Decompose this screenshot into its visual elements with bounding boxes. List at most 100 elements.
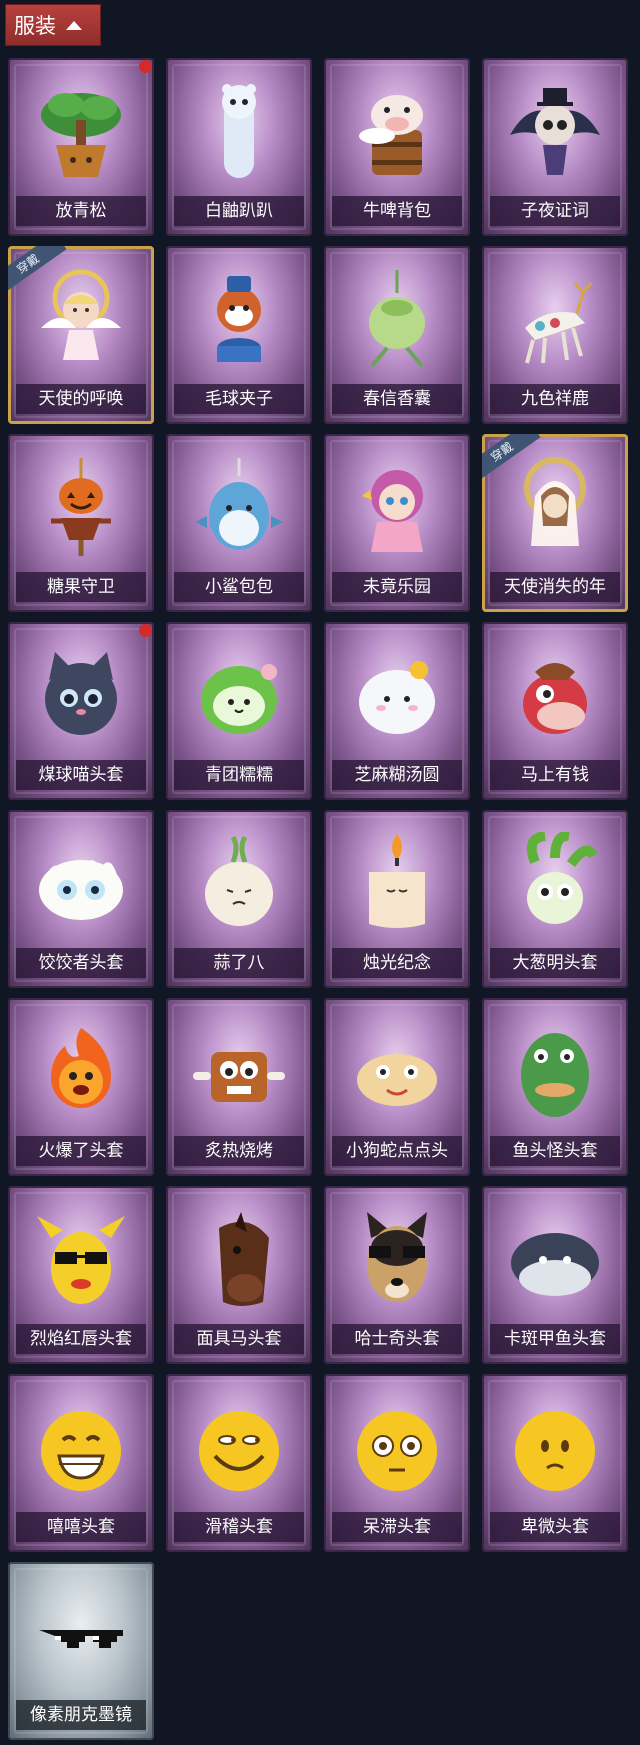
outfit-item-card[interactable]: 牛啤背包: [324, 58, 470, 236]
outfit-item-card[interactable]: 毛球夹子: [166, 246, 312, 424]
new-indicator-dot: [139, 60, 152, 73]
angel-veil-icon: [524, 457, 586, 546]
outfit-item-name: 小狗蛇点点头: [332, 1136, 462, 1166]
outfit-item-card[interactable]: 煤球喵头套: [8, 622, 154, 800]
outfit-item-name: 放青松: [16, 196, 146, 226]
pixel-sunglasses-icon: [39, 1630, 123, 1648]
humble-emoji-head-icon: [515, 1411, 595, 1491]
outfit-item-name: 天使消失的年: [490, 572, 620, 602]
dazed-emoji-head-icon: [357, 1411, 437, 1491]
outfit-item-name: 小鲨包包: [174, 572, 304, 602]
outfit-item-card[interactable]: 面具马头套: [166, 1186, 312, 1364]
outfit-item-name: 卡斑甲鱼头套: [490, 1324, 620, 1354]
white-ferret-icon: [222, 84, 256, 178]
outfit-item-card[interactable]: 蒜了八: [166, 810, 312, 988]
outfit-item-name: 青团糯糯: [174, 760, 304, 790]
outfit-item-card[interactable]: 呆滞头套: [324, 1374, 470, 1552]
green-rice-ball-icon: [201, 664, 277, 734]
outfit-item-name: 白鼬趴趴: [174, 196, 304, 226]
outfit-item-name: 大葱明头套: [490, 948, 620, 978]
outfit-item-card[interactable]: 子夜证词: [482, 58, 628, 236]
outfit-item-card[interactable]: 穿戴 天使消失的年: [482, 434, 628, 612]
outfit-item-name: 天使的呼唤: [16, 384, 146, 414]
item-grid: 放青松 白鼬趴趴 牛啤背包 子夜证词穿戴 天使的呼唤 毛球夹子 春信香囊 九色祥鹿糖果守卫 小鲨…: [0, 0, 640, 1745]
grin-emoji-head-icon: [41, 1411, 121, 1491]
scallion-head-icon: [526, 832, 598, 924]
outfit-item-name: 春信香囊: [332, 384, 462, 414]
dog-snake-head-icon: [357, 1054, 437, 1106]
outfit-item-card[interactable]: 卡斑甲鱼头套: [482, 1186, 628, 1364]
outfit-item-name: 卑微头套: [490, 1512, 620, 1542]
fish-monster-head-icon: [521, 1033, 589, 1117]
pumpkin-scarecrow-icon: [51, 458, 111, 556]
outfit-item-card[interactable]: 春信香囊: [324, 246, 470, 424]
bbq-meat-head-icon: [193, 1052, 285, 1102]
yellow-mouse-sunglasses-icon: [37, 1216, 125, 1304]
outfit-item-name: 芝麻糊汤圆: [332, 760, 462, 790]
outfit-item-name: 炙热烧烤: [174, 1136, 304, 1166]
outfit-item-card[interactable]: 穿戴 天使的呼唤: [8, 246, 154, 424]
outfit-item-name: 面具马头套: [174, 1324, 304, 1354]
outfit-item-card[interactable]: 小鲨包包: [166, 434, 312, 612]
bonsai-pine-icon: [41, 93, 121, 177]
new-indicator-dot: [139, 624, 152, 637]
outfit-item-card[interactable]: 滑稽头套: [166, 1374, 312, 1552]
outfit-item-card[interactable]: 炙热烧烤: [166, 998, 312, 1176]
spring-sachet-icon: [369, 270, 425, 368]
outfit-item-card[interactable]: 饺饺者头套: [8, 810, 154, 988]
turtle-head-icon: [511, 1233, 599, 1296]
nine-color-deer-icon: [525, 282, 593, 364]
outfit-item-name: 马上有钱: [490, 760, 620, 790]
outfit-item-card[interactable]: 马上有钱: [482, 622, 628, 800]
red-horse-head-icon: [523, 663, 587, 734]
outfit-item-name: 糖果守卫: [16, 572, 146, 602]
fire-head-icon: [51, 1028, 111, 1108]
angel-call-icon: [41, 269, 121, 360]
outfit-item-card[interactable]: 九色祥鹿: [482, 246, 628, 424]
cow-beer-backpack-icon: [359, 95, 423, 175]
outfit-item-card[interactable]: 鱼头怪头套: [482, 998, 628, 1176]
outfit-item-name: 火爆了头套: [16, 1136, 146, 1166]
outfit-item-card[interactable]: 像素朋克墨镜: [8, 1562, 154, 1740]
candle-head-icon: [369, 834, 425, 928]
outfit-item-card[interactable]: 烛光纪念: [324, 810, 470, 988]
black-cat-head-icon: [45, 652, 117, 735]
outfit-item-name: 嘻嘻头套: [16, 1512, 146, 1542]
outfit-item-card[interactable]: 大葱明头套: [482, 810, 628, 988]
outfit-item-name: 蒜了八: [174, 948, 304, 978]
outfit-item-name: 像素朋克墨镜: [16, 1700, 146, 1730]
outfit-item-card[interactable]: 嘻嘻头套: [8, 1374, 154, 1552]
outfit-item-card[interactable]: 小狗蛇点点头: [324, 998, 470, 1176]
outfit-item-card[interactable]: 哈士奇头套: [324, 1186, 470, 1364]
outfit-item-name: 呆滞头套: [332, 1512, 462, 1542]
outfit-item-card[interactable]: 糖果守卫: [8, 434, 154, 612]
smirk-emoji-head-icon: [199, 1411, 279, 1491]
outfit-item-name: 饺饺者头套: [16, 948, 146, 978]
outfit-item-card[interactable]: 烈焰红唇头套: [8, 1186, 154, 1364]
outfit-item-card[interactable]: 放青松: [8, 58, 154, 236]
outfit-item-card[interactable]: 卑微头套: [482, 1374, 628, 1552]
shark-bag-icon: [195, 458, 283, 550]
horse-mask-icon: [219, 1212, 269, 1306]
outfit-item-name: 烛光纪念: [332, 948, 462, 978]
outfit-item-card[interactable]: 白鼬趴趴: [166, 58, 312, 236]
red-panda-drummer-icon: [217, 276, 261, 362]
outfit-item-name: 牛啤背包: [332, 196, 462, 226]
outfit-item-name: 子夜证词: [490, 196, 620, 226]
outfit-item-name: 未竟乐园: [332, 572, 462, 602]
outfit-item-card[interactable]: 芝麻糊汤圆: [324, 622, 470, 800]
outfit-item-card[interactable]: 青团糯糯: [166, 622, 312, 800]
outfit-item-name: 哈士奇头套: [332, 1324, 462, 1354]
outfit-item-name: 烈焰红唇头套: [16, 1324, 146, 1354]
outfit-item-card[interactable]: 火爆了头套: [8, 998, 154, 1176]
outfit-item-name: 毛球夹子: [174, 384, 304, 414]
husky-sunglasses-icon: [367, 1212, 427, 1302]
sesame-dumpling-icon: [359, 661, 435, 734]
outfit-item-name: 滑稽头套: [174, 1512, 304, 1542]
outfit-item-name: 煤球喵头套: [16, 760, 146, 790]
outfit-item-card[interactable]: 未竟乐园: [324, 434, 470, 612]
pink-hair-girl-icon: [362, 470, 423, 552]
garlic-head-icon: [205, 835, 273, 926]
outfit-item-name: 鱼头怪头套: [490, 1136, 620, 1166]
outfit-item-name: 九色祥鹿: [490, 384, 620, 414]
